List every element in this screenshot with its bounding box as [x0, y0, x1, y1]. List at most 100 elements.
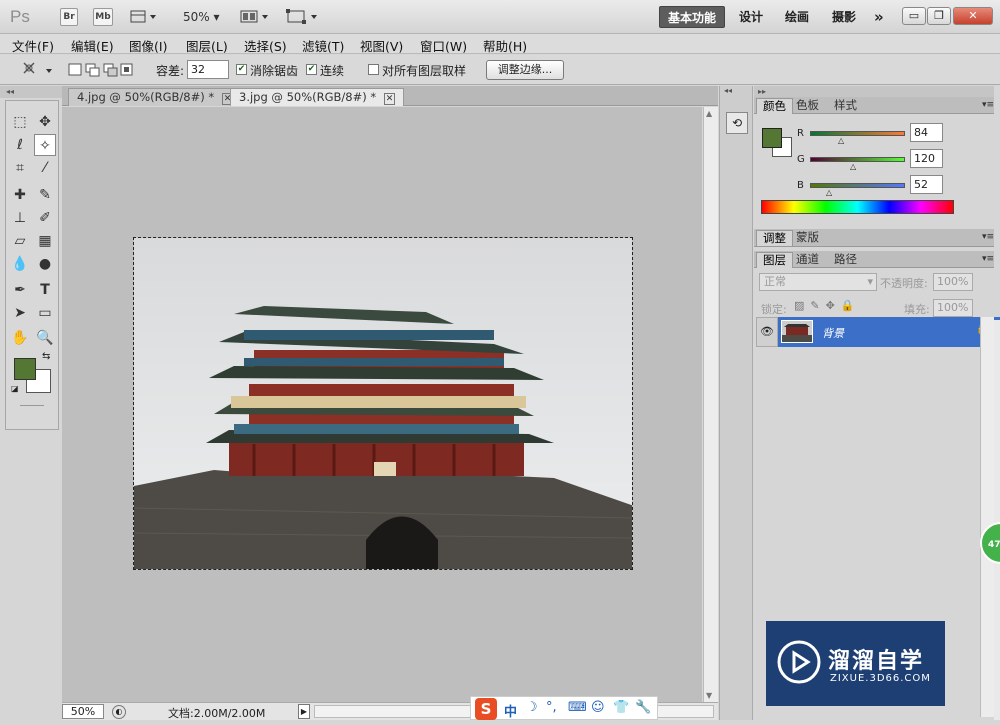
toolbar-collapse-icon[interactable]: ◂◂	[0, 86, 62, 98]
healing-brush-tool-icon[interactable]: ✚	[9, 184, 31, 206]
foreground-color-swatch[interactable]	[14, 358, 36, 380]
status-arrow-icon[interactable]: ▶	[298, 704, 310, 719]
vertical-scrollbar[interactable]: ▲ ▼	[703, 107, 718, 702]
color-fg-swatch[interactable]	[762, 128, 782, 148]
clone-stamp-tool-icon[interactable]: ⊥	[9, 207, 31, 229]
panel-menu-icon[interactable]: ▾≡	[976, 230, 1000, 246]
move-tool-icon[interactable]: ✥	[34, 111, 56, 133]
sogou-ime-icon[interactable]: S	[475, 698, 497, 720]
tab-4jpg[interactable]: 4.jpg @ 50%(RGB/8#) * ✕	[68, 88, 243, 106]
fill-input[interactable]: 100%	[933, 299, 973, 317]
tab-styles[interactable]: 样式	[828, 98, 863, 114]
panel-menu-icon[interactable]: ▾≡	[976, 252, 1000, 268]
history-brush-tool-icon[interactable]: ✐	[34, 207, 56, 229]
swap-colors-icon[interactable]: ⇆	[42, 351, 50, 362]
minimize-icon[interactable]: ▭	[902, 7, 926, 25]
hand-tool-icon[interactable]: ✋	[9, 327, 31, 349]
tab-3jpg[interactable]: 3.jpg @ 50%(RGB/8#) * ✕	[230, 88, 405, 106]
tab-layers[interactable]: 图层	[756, 252, 793, 268]
lock-icons[interactable]: ▨✎✥🔒	[794, 299, 861, 312]
chinese-mode-icon[interactable]: 中	[504, 701, 517, 720]
scroll-down-icon[interactable]: ▼	[706, 691, 712, 700]
arrange-documents-dropdown[interactable]	[240, 9, 270, 25]
menu-view[interactable]: 视图(V)	[360, 36, 403, 55]
workspace-essentials[interactable]: 基本功能	[659, 6, 726, 28]
magic-wand-tool-icon[interactable]: ✧	[34, 134, 56, 156]
tab-swatches[interactable]: 色板	[790, 98, 825, 114]
user-icon[interactable]: ☺	[591, 700, 605, 715]
pen-tool-icon[interactable]: ✒	[9, 279, 31, 301]
eraser-tool-icon[interactable]: ▱	[9, 230, 31, 252]
menu-edit[interactable]: 编辑(E)	[71, 36, 114, 55]
selection-mode-buttons[interactable]	[68, 62, 134, 78]
sample-all-layers-checkbox[interactable]	[368, 64, 379, 75]
type-tool-icon[interactable]: T	[34, 279, 56, 301]
g-slider-thumb[interactable]: △	[850, 162, 856, 171]
tab-paths[interactable]: 路径	[828, 252, 863, 268]
blur-tool-icon[interactable]: 💧	[9, 253, 31, 275]
workspace-photography[interactable]: 摄影	[824, 6, 864, 28]
close-icon[interactable]: ✕	[953, 7, 993, 25]
eyedropper-tool-icon[interactable]: ⁄	[34, 157, 56, 179]
mini-bridge-button[interactable]: Mb	[93, 8, 113, 26]
g-slider[interactable]	[810, 157, 905, 162]
menu-image[interactable]: 图像(I)	[129, 36, 167, 55]
history-panel-icon[interactable]: ⟲	[726, 112, 748, 134]
layer-row-background[interactable]: 背景 🔒	[778, 317, 1000, 347]
layers-scrollbar[interactable]	[980, 317, 994, 717]
menu-help[interactable]: 帮助(H)	[483, 36, 527, 55]
dodge-tool-icon[interactable]: ●	[34, 253, 56, 275]
close-tab-icon[interactable]: ✕	[383, 93, 396, 105]
keyboard-icon[interactable]: ⌨	[568, 700, 587, 715]
menu-file[interactable]: 文件(F)	[12, 36, 54, 55]
panel-menu-icon[interactable]: ▾≡	[976, 98, 1000, 114]
b-slider[interactable]	[810, 183, 905, 188]
b-value-input[interactable]: 52	[910, 175, 943, 194]
b-slider-thumb[interactable]: △	[826, 188, 832, 197]
half-width-icon[interactable]: ☽	[526, 700, 538, 715]
panel-collapse-icon[interactable]: ▸▸	[754, 86, 994, 97]
rectangle-tool-icon[interactable]: ▭	[34, 302, 56, 324]
workspace-design[interactable]: 设计	[731, 6, 771, 28]
marquee-tool-icon[interactable]: ⬚	[9, 111, 31, 133]
more-workspaces-button[interactable]: »	[866, 6, 892, 28]
page-scrollbar[interactable]	[994, 320, 1000, 720]
gradient-tool-icon[interactable]: ▦	[34, 230, 56, 252]
zoom-tool-icon[interactable]: 🔍	[34, 327, 56, 349]
r-slider-thumb[interactable]: △	[838, 136, 844, 145]
g-value-input[interactable]: 120	[910, 149, 943, 168]
menu-window[interactable]: 窗口(W)	[420, 36, 467, 55]
zoom-field[interactable]: 50%	[62, 704, 104, 719]
brush-tool-icon[interactable]: ✎	[34, 184, 56, 206]
visibility-eye-icon[interactable]: 👁	[756, 317, 778, 347]
zoom-level-dropdown[interactable]: 50% ▾	[183, 10, 220, 24]
workspace-painting[interactable]: 绘画	[777, 6, 817, 28]
tab-adjustments[interactable]: 调整	[756, 230, 793, 246]
document-image[interactable]	[133, 237, 633, 570]
opacity-input[interactable]: 100%	[933, 273, 973, 291]
menu-layer[interactable]: 图层(L)	[186, 36, 228, 55]
tab-color[interactable]: 颜色	[756, 98, 793, 114]
expand-panels-icon[interactable]: ◂◂	[724, 86, 732, 95]
lasso-tool-icon[interactable]: ℓ	[9, 134, 31, 156]
color-spectrum-ramp[interactable]	[761, 200, 954, 214]
antialias-checkbox[interactable]: ✔	[236, 64, 247, 75]
tab-masks[interactable]: 蒙版	[790, 230, 825, 246]
menu-select[interactable]: 选择(S)	[244, 36, 287, 55]
status-menu-icon[interactable]: ◐	[112, 705, 126, 719]
refine-edge-button[interactable]: 调整边缘...	[486, 60, 564, 80]
input-method-bar[interactable]: S 中 ☽ °, ⌨ ☺ 👕 🔧	[470, 696, 658, 720]
tab-channels[interactable]: 通道	[790, 252, 825, 268]
scroll-up-icon[interactable]: ▲	[706, 109, 712, 118]
default-colors-icon[interactable]: ◪	[11, 384, 19, 393]
menu-filter[interactable]: 滤镜(T)	[302, 36, 344, 55]
skin-icon[interactable]: 👕	[613, 700, 629, 715]
path-selection-tool-icon[interactable]: ➤	[9, 302, 31, 324]
tools-icon[interactable]: 🔧	[635, 700, 651, 715]
view-extras-dropdown[interactable]	[130, 9, 158, 25]
r-value-input[interactable]: 84	[910, 123, 943, 142]
contiguous-checkbox[interactable]: ✔	[306, 64, 317, 75]
tool-preset-picker[interactable]	[18, 59, 58, 81]
crop-tool-icon[interactable]: ⌗	[9, 157, 31, 179]
layer-name[interactable]: 背景	[822, 325, 844, 341]
